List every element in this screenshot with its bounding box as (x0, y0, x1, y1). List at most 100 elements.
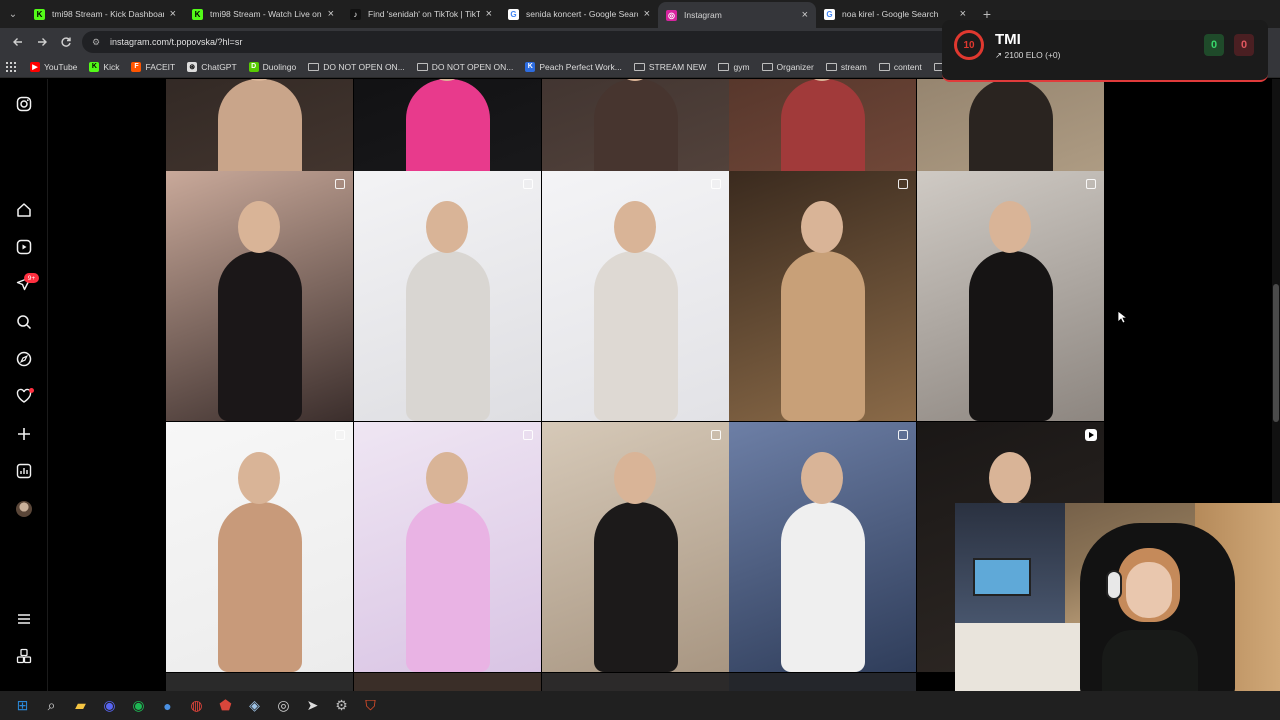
bookmark-item[interactable]: gym (718, 62, 750, 72)
instagram-sidebar: 9+ (0, 79, 48, 691)
post-thumbnail[interactable] (166, 422, 353, 672)
post-thumbnail[interactable] (542, 673, 729, 691)
post-thumbnail[interactable] (917, 171, 1104, 421)
bookmark-item[interactable]: DO NOT OPEN ON... (308, 62, 405, 72)
browser-tab[interactable]: ♪ Find 'senidah' on TikTok | TikTo × (342, 0, 500, 28)
faceit-losses: 0 (1234, 34, 1254, 56)
faceit-player-name: TMI (995, 31, 1021, 48)
post-thumbnail[interactable] (542, 171, 729, 421)
bookmark-label: YouTube (44, 61, 78, 72)
browser-tab[interactable]: Ktmi98 Stream - Watch Live on K × (184, 0, 342, 28)
bookmark-item[interactable]: ⊛ ChatGPT (187, 61, 237, 72)
bookmark-item[interactable]: K Kick (89, 61, 119, 72)
windows-start-icon[interactable]: ⊞ (8, 691, 37, 720)
home-icon[interactable] (14, 200, 34, 220)
kick-icon: K (192, 8, 203, 20)
bookmark-item[interactable]: F FACEIT (131, 61, 175, 72)
dashboard-icon[interactable] (14, 461, 34, 481)
also-from-meta-icon[interactable] (14, 646, 34, 666)
bookmark-item[interactable]: K Peach Perfect Work... (525, 61, 622, 72)
shield-app-icon[interactable]: ⬟ (211, 691, 240, 720)
browser-tab[interactable]: ◎ Instagram × (658, 2, 816, 28)
reload-button[interactable] (54, 30, 78, 54)
post-thumbnail[interactable] (354, 673, 541, 691)
carousel-icon (1086, 179, 1096, 189)
post-thumbnail[interactable] (542, 422, 729, 672)
post-thumbnail[interactable] (729, 171, 916, 421)
bookmark-label: Peach Perfect Work... (539, 61, 622, 72)
address-bar[interactable]: ⚙ instagram.com/t.popovska/?hl=sr (82, 31, 962, 53)
post-thumbnail[interactable] (729, 673, 916, 691)
arrow-app-icon[interactable]: ➤ (298, 691, 327, 720)
kick-icon: K (89, 61, 100, 72)
close-tab-icon[interactable]: × (486, 8, 492, 20)
spotify-icon[interactable]: ◉ (124, 691, 153, 720)
close-tab-icon[interactable]: × (960, 8, 966, 20)
close-tab-icon[interactable]: × (802, 9, 808, 21)
messages-badge: 9+ (24, 273, 39, 283)
close-tab-icon[interactable]: × (170, 8, 176, 20)
obs-icon[interactable]: ◎ (269, 691, 298, 720)
post-thumbnail[interactable] (166, 171, 353, 421)
browser-tab[interactable]: Ktmi98 Stream - Kick Dashboard × (26, 0, 184, 28)
post-subject-body (218, 251, 302, 421)
brave-icon[interactable]: ⛉ (356, 691, 385, 720)
post-subject (238, 201, 280, 253)
bookmark-label: DO NOT OPEN ON... (431, 61, 514, 72)
scrollbar-thumb[interactable] (1273, 284, 1279, 422)
search-icon[interactable]: ⌕ (37, 691, 66, 720)
carousel-icon (523, 430, 533, 440)
instagram-logo-icon[interactable] (14, 94, 34, 114)
reels-icon[interactable] (14, 237, 34, 257)
search-icon[interactable] (14, 312, 34, 332)
post-thumbnail[interactable] (166, 673, 353, 691)
folder-icon (761, 62, 773, 71)
bookmark-item[interactable]: Organizer (761, 62, 814, 72)
settings-icon[interactable]: ⚙ (327, 691, 356, 720)
bookmark-item[interactable]: stream (825, 62, 867, 72)
back-button[interactable] (6, 30, 30, 54)
bookmark-item[interactable]: STREAM NEW (633, 61, 707, 72)
profile-avatar[interactable] (16, 501, 32, 517)
bookmark-label: content (893, 61, 922, 72)
apps-icon[interactable] (6, 61, 16, 72)
browser-tab[interactable]: Gsenida koncert - Google Search × (500, 0, 658, 28)
file-explorer-icon[interactable]: ▰ (66, 691, 95, 720)
folder-icon (308, 62, 320, 71)
chrome-icon[interactable]: ◍ (182, 691, 211, 720)
bookmark-item[interactable]: ▶ YouTube (30, 61, 78, 72)
google-icon: G (508, 8, 519, 20)
discord-icon[interactable]: ◉ (95, 691, 124, 720)
app-icon[interactable]: ● (153, 691, 182, 720)
tab-list: Ktmi98 Stream - Kick Dashboard × Ktmi98 St… (26, 0, 974, 28)
bookmark-item[interactable]: DO NOT OPEN ON... (416, 61, 514, 72)
carousel-icon (711, 179, 721, 189)
windows-taskbar: ⊞ ⌕ ▰ ◉ ◉ ● ◍ ⬟ ◈ ◎ ➤ ⚙ ⛉ (0, 691, 1280, 720)
close-tab-icon[interactable]: × (328, 8, 334, 20)
tab-search-button[interactable]: ⌄ (0, 0, 26, 28)
post-thumbnail[interactable] (729, 422, 916, 672)
folder-icon (825, 62, 837, 71)
create-plus-icon[interactable] (14, 424, 34, 444)
more-menu-icon[interactable] (14, 609, 34, 629)
post-thumbnail[interactable] (354, 171, 541, 421)
chatgpt-icon: ⊛ (187, 61, 198, 72)
post-subject-body (969, 251, 1053, 421)
forward-button[interactable] (30, 30, 54, 54)
post-subject-body (406, 502, 490, 672)
faceit-stats-overlay: 10 TMI ↗ 2100 ELO (+0) 0 0 (942, 20, 1268, 82)
steam-icon[interactable]: ◈ (240, 691, 269, 720)
notification-dot (29, 388, 34, 393)
faceit-elo-value: 2100 ELO (+0) (1004, 50, 1061, 60)
site-info-icon[interactable]: ⚙ (92, 37, 104, 48)
close-tab-icon[interactable]: × (644, 8, 650, 20)
folder-icon (416, 62, 428, 71)
reload-icon (61, 37, 71, 47)
explore-icon[interactable] (14, 349, 34, 369)
faceit-icon: F (131, 61, 142, 72)
bookmark-item[interactable]: D Duolingo (248, 61, 296, 72)
post-subject-body (218, 502, 302, 672)
bookmark-label: STREAM NEW (648, 61, 707, 72)
post-thumbnail[interactable] (354, 422, 541, 672)
bookmark-item[interactable]: content (878, 61, 922, 72)
